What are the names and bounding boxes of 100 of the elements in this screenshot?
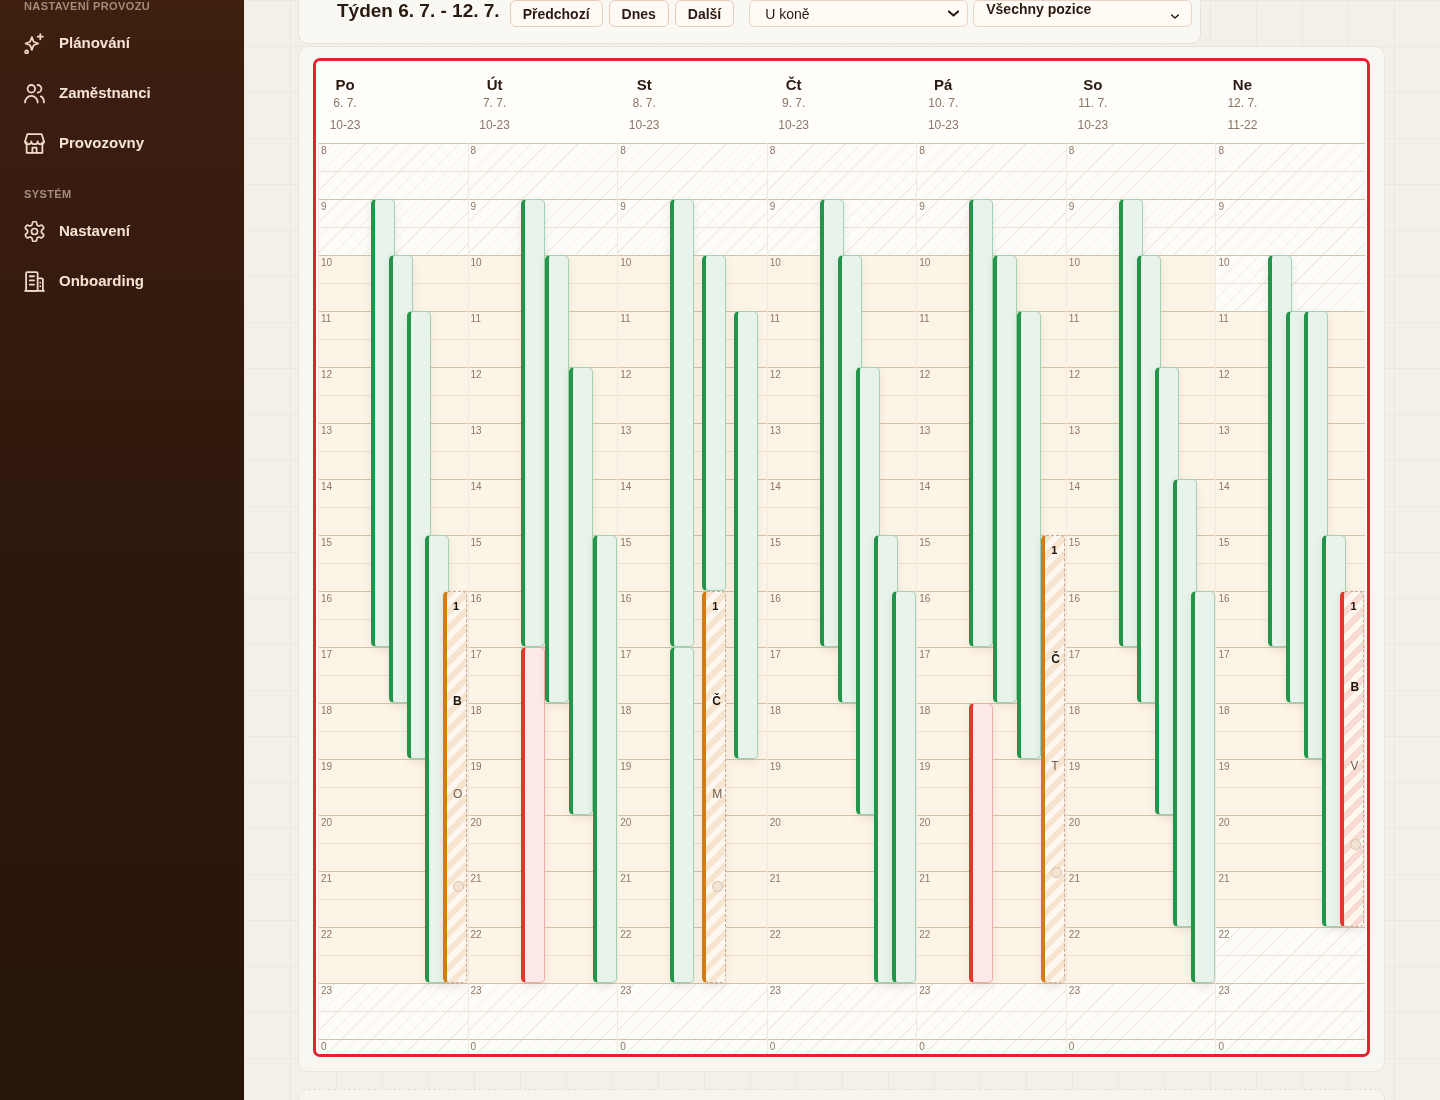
opening-hours: 10-23 [328,117,362,133]
open-shift-block[interactable]: 1 B V [1340,591,1365,927]
opening-hours: 10-23 [627,117,661,133]
hour-label: 15 [1218,537,1230,549]
open-shift-block[interactable]: 1 B O [443,591,467,983]
day-name: St [635,75,653,95]
shift-role: O [453,787,463,801]
shift-block[interactable] [592,535,617,983]
hour-label: 10 [1068,257,1080,269]
shift-block[interactable] [520,647,545,983]
hour-label: 19 [919,761,931,773]
hour-label: 19 [769,761,781,773]
hour-label: 14 [620,481,632,493]
hour-label: 21 [620,873,632,885]
hour-label: 9 [919,201,925,213]
shift-block[interactable] [702,255,727,591]
day-date: 11. 7. [1077,95,1109,111]
hour-label: 10 [470,257,482,269]
hour-label: 9 [321,201,327,213]
hour-label: 8 [470,145,477,157]
hour-label: 8 [1068,145,1075,157]
shift-block[interactable] [734,311,759,759]
day-name: Út [485,75,504,95]
hour-label: 0 [769,1041,776,1053]
hour-label: 16 [769,593,781,605]
hour-label: 16 [1218,593,1230,605]
day-name: Po [334,75,356,95]
day-name: Čt [784,75,803,95]
position-dropdown[interactable]: Všechny pozice [973,0,1193,27]
week-title: Týden 6. 7. - 12. 7. [337,0,500,22]
hour-label: 8 [321,145,327,157]
nav-item[interactable]: Provozovny [24,132,145,154]
week-nav-button[interactable]: Další [674,0,735,27]
hour-label: 9 [769,201,776,213]
shift-block[interactable] [891,591,916,983]
open-shift-block[interactable]: 1 Č T [1041,535,1066,983]
hour-label: 18 [769,705,781,717]
shift-block[interactable] [969,703,994,983]
shift-block[interactable] [670,647,695,983]
nav-item[interactable]: Plánování [24,32,130,54]
settings-icon [24,220,45,242]
shift-block[interactable] [568,367,593,815]
hour-label: 16 [620,593,632,605]
hour-label: 23 [769,985,781,997]
store-icon [24,132,45,154]
hour-label: 20 [321,817,333,829]
hour-label: 12 [919,369,931,381]
nav-item[interactable]: Nastavení [24,220,130,242]
hour-label: 10 [769,257,781,269]
hour-label: 8 [1218,145,1224,157]
employee-name: B [1350,679,1360,694]
hour-label: 15 [321,537,333,549]
nav-item[interactable]: Zaměstnanci [24,82,151,104]
hour-label: 14 [470,481,482,493]
day-date: 6. 7. [332,95,358,111]
shift-block[interactable] [670,199,695,647]
hour-label: 23 [620,985,632,997]
shift-time: 1 [1350,600,1357,613]
avatar-icon [453,880,464,892]
hour-label: 21 [470,873,482,885]
hour-label: 17 [919,649,931,661]
hour-label: 8 [620,145,626,157]
shift-role: V [1350,759,1359,773]
shift-block[interactable] [993,255,1018,703]
hour-label: 21 [321,873,333,885]
building-icon [24,270,45,292]
hour-label: 17 [1068,649,1080,661]
hour-label: 23 [321,985,333,997]
week-nav-button[interactable]: Dnes [608,0,669,27]
hour-label: 13 [470,425,482,437]
hour-label: 12 [620,369,632,381]
hour-label: 16 [1068,593,1080,605]
hour-label: 15 [1068,537,1080,549]
hour-label: 11 [919,313,930,325]
nav-item[interactable]: Onboarding [24,270,144,292]
shift-block[interactable] [969,199,994,647]
shift-block[interactable] [520,199,545,647]
hour-label: 14 [769,481,781,493]
hour-label: 12 [470,369,482,381]
hour-label: 10 [1218,257,1230,269]
hour-label: 19 [620,761,632,773]
shift-time: 1 [712,600,719,613]
hour-label: 18 [321,705,333,717]
open-shift-block[interactable]: 1 Č M [702,591,727,983]
hour-label: 0 [321,1041,327,1053]
shift-block[interactable] [544,255,569,703]
shift-block[interactable] [1190,591,1215,983]
hour-label: 20 [470,817,482,829]
week-nav-button[interactable]: Předchozí [509,0,603,27]
location-select[interactable]: U koně [749,0,969,27]
hour-label: 11 [769,313,781,325]
hour-label: 18 [470,705,482,717]
hour-label: 16 [919,593,931,605]
hour-label: 14 [1218,481,1230,493]
hour-label: 12 [1218,369,1230,381]
hour-label: 17 [321,649,333,661]
avatar-icon [1350,838,1362,850]
opening-hours: 10-23 [926,117,960,133]
hour-label: 20 [769,817,781,829]
shift-block[interactable] [1017,311,1042,759]
